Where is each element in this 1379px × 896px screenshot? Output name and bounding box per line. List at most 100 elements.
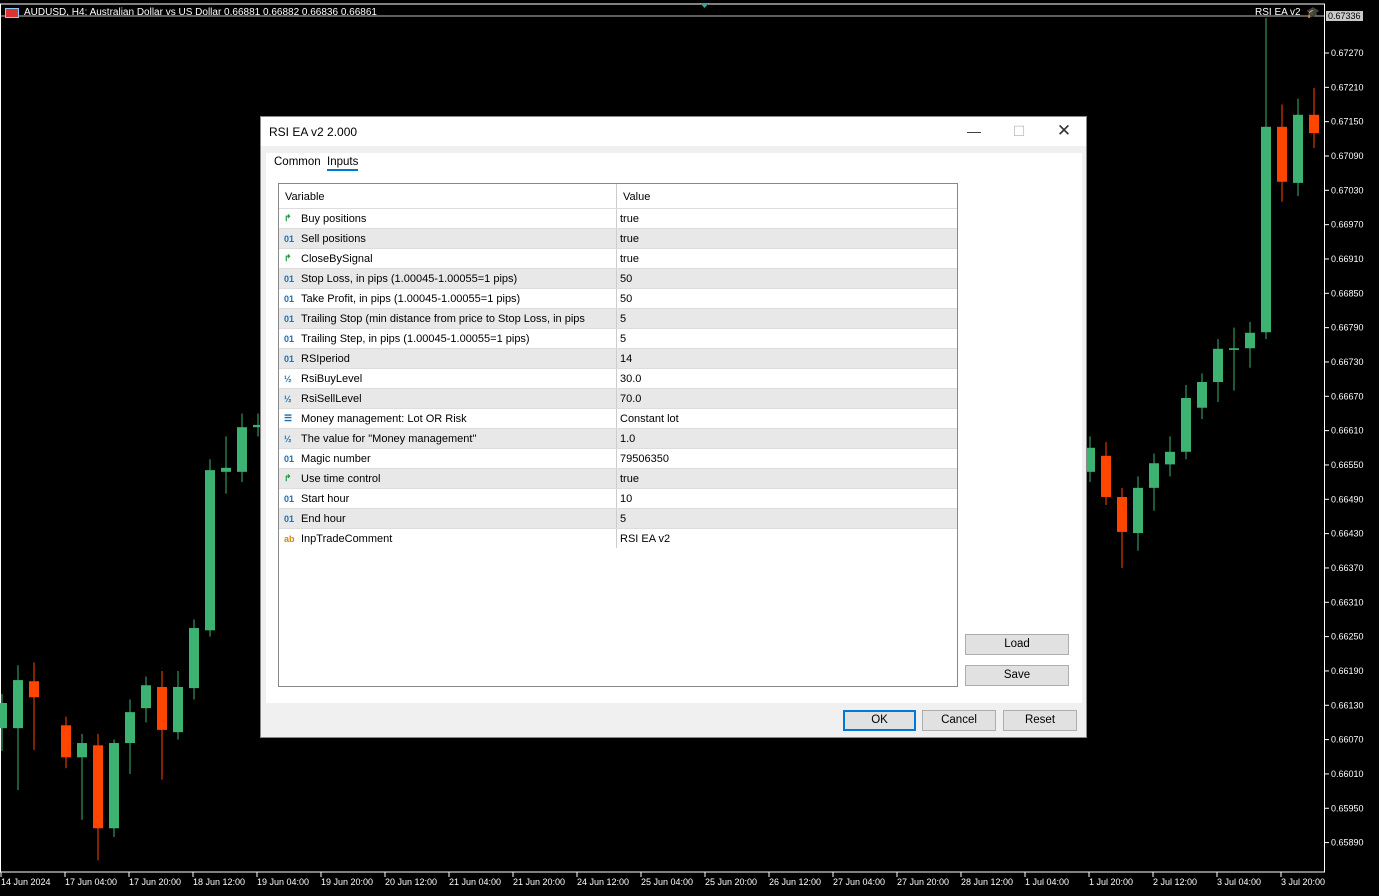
- value-cell[interactable]: 5: [617, 509, 957, 528]
- time-label: 1 Jul 04:00: [1025, 877, 1069, 887]
- inputs-table: Variable Value ↱ Buy positions true 01 Sell …: [278, 183, 958, 687]
- tab-common[interactable]: Common: [274, 156, 321, 168]
- table-header: Variable Value: [279, 184, 957, 208]
- table-row[interactable]: ½ RsiBuyLevel 30.0: [279, 368, 957, 388]
- time-label: 28 Jun 12:00: [961, 877, 1013, 887]
- shift-marker-icon: [700, 3, 709, 8]
- tab-inputs[interactable]: Inputs: [327, 156, 359, 171]
- time-label: 21 Jun 04:00: [449, 877, 501, 887]
- value-cell[interactable]: 50: [617, 289, 957, 308]
- variable-name: Trailing Stop (min distance from price t…: [301, 312, 585, 325]
- candle-body: [157, 686, 167, 730]
- enum-icon: ☰: [284, 413, 293, 423]
- column-value[interactable]: Value: [617, 184, 656, 208]
- cancel-button[interactable]: Cancel: [922, 710, 996, 731]
- integer-icon: 01: [284, 333, 295, 344]
- graduation-cap-icon[interactable]: 🎓: [1306, 6, 1320, 19]
- price-label: 0.66490: [1331, 494, 1364, 504]
- variable-cell: 01 Trailing Stop (min distance from price…: [279, 309, 617, 328]
- table-row[interactable]: 01 Stop Loss, in pips (1.00045-1.00055=1 …: [279, 268, 957, 288]
- price-label: 0.66190: [1331, 666, 1364, 676]
- value-cell[interactable]: 70.0: [617, 389, 957, 408]
- candle-body: [237, 427, 247, 472]
- candle-body: [125, 712, 135, 744]
- value-cell[interactable]: 5: [617, 329, 957, 348]
- integer-icon: 01: [284, 233, 295, 244]
- candle-body: [61, 725, 71, 758]
- variable-cell: ab InpTradeComment: [279, 529, 617, 548]
- bool-icon: ↱: [284, 253, 292, 263]
- price-label: 0.66610: [1331, 426, 1364, 436]
- table-row[interactable]: 01 Magic number 79506350: [279, 448, 957, 468]
- save-button[interactable]: Save: [965, 665, 1069, 686]
- table-row[interactable]: 01 Start hour 10: [279, 488, 957, 508]
- close-button[interactable]: ✕: [1049, 121, 1079, 141]
- variable-name: InpTradeComment: [301, 532, 393, 545]
- time-label: 18 Jun 12:00: [193, 877, 245, 887]
- candle-body: [1261, 126, 1271, 333]
- candle-body: [1149, 463, 1159, 488]
- price-label: 0.67090: [1331, 151, 1364, 161]
- table-row[interactable]: ↱ CloseBySignal true: [279, 248, 957, 268]
- time-label: 19 Jun 04:00: [257, 877, 309, 887]
- value-cell[interactable]: 10: [617, 489, 957, 508]
- ok-button[interactable]: OK: [843, 710, 916, 731]
- maximize-button[interactable]: ☐: [1004, 121, 1034, 141]
- table-row[interactable]: ↱ Use time control true: [279, 468, 957, 488]
- value-cell[interactable]: RSI EA v2: [617, 529, 957, 548]
- candle-body: [1277, 126, 1287, 182]
- column-variable[interactable]: Variable: [279, 184, 617, 208]
- variable-cell: 01 Stop Loss, in pips (1.00045-1.00055=1 …: [279, 269, 617, 288]
- price-label: 0.66850: [1331, 288, 1364, 298]
- candle-body: [109, 743, 119, 829]
- reset-button[interactable]: Reset: [1003, 710, 1077, 731]
- table-row[interactable]: ☰ Money management: Lot OR Risk Constant l…: [279, 408, 957, 428]
- value-cell[interactable]: 14: [617, 349, 957, 368]
- integer-icon: 01: [284, 453, 295, 464]
- variable-name: RsiSellLevel: [301, 392, 362, 405]
- value-cell[interactable]: 50: [617, 269, 957, 288]
- table-row[interactable]: ½ The value for "Money management" 1.0: [279, 428, 957, 448]
- variable-name: Buy positions: [301, 212, 367, 225]
- value-cell[interactable]: 5: [617, 309, 957, 328]
- table-row[interactable]: ↱ Buy positions true: [279, 208, 957, 228]
- value-cell[interactable]: 30.0: [617, 369, 957, 388]
- candle-body: [1245, 332, 1255, 349]
- table-row[interactable]: ½ RsiSellLevel 70.0: [279, 388, 957, 408]
- time-label: 3 Jul 20:00: [1281, 877, 1325, 887]
- symbol-info: AUDUSD, H4: Australian Dollar vs US Doll…: [24, 7, 377, 18]
- value-cell[interactable]: true: [617, 469, 957, 488]
- variable-name: CloseBySignal: [301, 252, 373, 265]
- candle-body: [77, 743, 87, 758]
- title-bar: RSI EA v2 2.000 — ☐ ✕: [261, 117, 1086, 146]
- variable-name: Magic number: [301, 452, 371, 465]
- time-label: 17 Jun 04:00: [65, 877, 117, 887]
- price-label: 0.66670: [1331, 391, 1364, 401]
- table-row[interactable]: 01 Trailing Stop (min distance from price…: [279, 308, 957, 328]
- value-cell[interactable]: true: [617, 249, 957, 268]
- table-row[interactable]: 01 Sell positions true: [279, 228, 957, 248]
- table-row[interactable]: 01 RSIperiod 14: [279, 348, 957, 368]
- minimize-button[interactable]: —: [959, 121, 989, 141]
- table-row[interactable]: 01 End hour 5: [279, 508, 957, 528]
- value-cell[interactable]: true: [617, 229, 957, 248]
- table-row[interactable]: 01 Take Profit, in pips (1.00045-1.00055=…: [279, 288, 957, 308]
- price-label: 0.67270: [1331, 48, 1364, 58]
- variable-cell: 01 Start hour: [279, 489, 617, 508]
- candle-body: [1293, 114, 1303, 183]
- value-cell[interactable]: Constant lot: [617, 409, 957, 428]
- value-cell[interactable]: 79506350: [617, 449, 957, 468]
- candle-body: [13, 680, 23, 729]
- value-cell[interactable]: true: [617, 209, 957, 228]
- table-row[interactable]: 01 Trailing Step, in pips (1.00045-1.0005…: [279, 328, 957, 348]
- string-icon: ab: [284, 533, 295, 544]
- time-label: 2 Jul 12:00: [1153, 877, 1197, 887]
- table-row[interactable]: ab InpTradeComment RSI EA v2: [279, 528, 957, 548]
- variable-cell: ↱ CloseBySignal: [279, 249, 617, 268]
- value-cell[interactable]: 1.0: [617, 429, 957, 448]
- load-button[interactable]: Load: [965, 634, 1069, 655]
- variable-name: The value for "Money management": [301, 432, 477, 445]
- chart-window-icon: [5, 8, 19, 18]
- candle-body: [0, 702, 7, 729]
- time-label: 17 Jun 20:00: [129, 877, 181, 887]
